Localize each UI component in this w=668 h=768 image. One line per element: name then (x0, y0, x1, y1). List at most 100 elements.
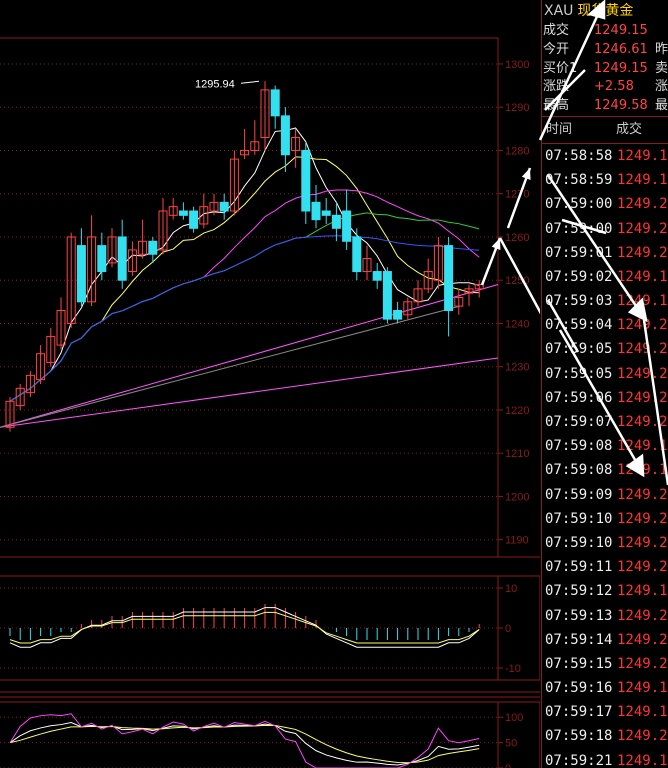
y-tick-label: 1300 (505, 59, 529, 71)
kdj-tick-label: 0 (505, 763, 511, 768)
tick-time: 07:59:00 (545, 220, 613, 237)
tick-row[interactable]: 07:58:591249.17 (542, 168, 668, 192)
tick-price: 1249.20 (617, 341, 668, 358)
quote-row: 成交 1249.15 (542, 22, 668, 41)
tick-row[interactable]: 07:59:131249.21 (542, 604, 668, 628)
y-tick-label: 1200 (505, 491, 529, 503)
tick-row[interactable]: 07:59:07 1249.2 (542, 410, 668, 434)
tick-time: 07:59:07 (545, 414, 613, 431)
quote-label: 涨跌 (543, 79, 570, 95)
quote-label: 成交 (543, 23, 570, 38)
tick-row[interactable]: 07:59:181249.22 (542, 724, 668, 748)
kdj-k-line (9, 721, 480, 766)
quote-label: 买价1 (543, 60, 578, 76)
candle-body (342, 210, 352, 242)
candle-body (352, 236, 362, 273)
tick-time: 07:59:18 (545, 728, 613, 745)
tick-price: 1249.20 (617, 534, 668, 551)
tick-price: 1249.22 (617, 486, 668, 503)
candle-body (117, 236, 127, 281)
candle-body (97, 245, 107, 273)
tick-time: 07:59:11 (545, 559, 613, 576)
tick-price: 1249.10 (617, 147, 668, 164)
candle-body (219, 201, 229, 212)
tick-row[interactable]: 07:59:051249.24 (542, 362, 668, 386)
tick-row[interactable]: 07:59:151249.24 (542, 652, 668, 676)
candle-body (148, 240, 158, 255)
tick-price: 1249.24 (617, 655, 668, 672)
candle-body (178, 210, 188, 216)
tick-time: 07:59:02 (545, 268, 613, 285)
tick-row[interactable]: 07:59:011249.20 (542, 241, 668, 265)
macd-tick-label: 0 (505, 623, 511, 635)
y-tick-label: 1260 (505, 232, 529, 244)
tick-row[interactable]: 07:59:101249.20 (542, 531, 668, 555)
tick-time: 07:59:01 (545, 244, 613, 261)
y-tick-label: 1230 (505, 362, 529, 374)
tick-row[interactable]: 07:59:171249.10 (542, 700, 668, 724)
quote-value: 1249.15 (594, 60, 648, 76)
tick-row[interactable]: 07:59:101249.25 (542, 507, 668, 531)
tick-row[interactable]: 07:58:581249.10 (542, 144, 668, 168)
tick-price: 1249.27 (617, 220, 668, 237)
y-tick-label: 1190 (505, 535, 529, 547)
tick-price: 1249.21 (617, 317, 668, 334)
y-tick-label: 1270 (505, 189, 529, 201)
tick-price: 1249.17 (617, 172, 668, 189)
tick-row[interactable]: 07:59:08 1249.1 (542, 458, 668, 482)
chart-area[interactable]: 1295.94 1300 1290 1280 1270 1260 1250 1240 1230… (0, 0, 540, 768)
tick-row[interactable]: 07:59:031249.15 (542, 289, 668, 313)
symbol-name: 现货黄金 (577, 3, 634, 19)
tick-price: 1249.2 (617, 414, 668, 431)
kline-chart-svg[interactable]: 1295.94 13001290128012701260125012401230… (0, 0, 540, 768)
quote-value: 1246.61 (594, 41, 648, 57)
quote-extra-label: 昨 (655, 41, 668, 57)
candle-body (321, 210, 331, 216)
tick-row[interactable]: 07:59:141249.23 (542, 628, 668, 652)
tick-row[interactable]: 07:59:001249.27 (542, 217, 668, 241)
quote-row: 最高 1249.58 最 (542, 97, 668, 116)
quote-row: 涨跌 +2.58 涨 (542, 78, 668, 97)
quote-row: 买价1 1249.15 卖 (542, 60, 668, 79)
tick-time: 07:59:00 (545, 196, 613, 213)
tick-price: 1249.21 (617, 607, 668, 624)
ticks-header: 时间 成交 (542, 115, 668, 144)
candle-body (393, 309, 403, 320)
tick-price: 1249.25 (617, 510, 668, 527)
tick-price: 1249.22 (617, 559, 668, 576)
trendline (0, 357, 499, 428)
tick-price: 1249.1 (617, 462, 668, 479)
peak-price-annotation: 1295.94 (195, 78, 235, 90)
trendline (0, 305, 461, 428)
candle-body (76, 245, 86, 303)
tick-row[interactable]: 07:59:111249.22 (542, 555, 668, 579)
tick-time: 07:59:05 (545, 341, 613, 358)
tick-list[interactable]: 07:58:581249.1007:58:591249.1707:59:0012… (542, 144, 668, 768)
quote-label: 最高 (543, 98, 570, 114)
candle-body (311, 201, 321, 221)
candle-body (301, 149, 311, 212)
tick-time: 07:59:10 (545, 510, 613, 527)
y-tick-label: 1220 (505, 405, 529, 417)
tick-time: 07:59:15 (545, 655, 613, 672)
tick-row[interactable]: 07:59:041249.21 (542, 313, 668, 337)
quote-extra-label: 最 (655, 98, 668, 114)
tick-row[interactable]: 07:59:051249.20 (542, 337, 668, 361)
tick-row[interactable]: 07:59:06 1249.2 (542, 386, 668, 410)
tick-row[interactable]: 07:59:091249.22 (542, 483, 668, 507)
tick-time: 07:58:59 (545, 172, 613, 189)
tick-price: 1249.17 (617, 583, 668, 600)
tick-row[interactable]: 07:59:08 1249.1 (542, 434, 668, 458)
tick-time: 07:59:03 (545, 293, 613, 310)
tick-row[interactable]: 07:59:21 1249.1 (542, 749, 668, 768)
candle-body (382, 271, 392, 320)
tick-row[interactable]: 07:59:161249.19 (542, 676, 668, 700)
annotation-arrow-head (521, 168, 531, 180)
tick-row[interactable]: 07:59:001249.29 (542, 192, 668, 216)
annotation-leader (240, 80, 260, 84)
tick-row[interactable]: 07:59:021249.17 (542, 265, 668, 289)
tick-price: 1249.2 (617, 389, 668, 406)
quote-label: 今开 (543, 41, 570, 57)
tick-time: 07:59:09 (545, 486, 613, 503)
tick-row[interactable]: 07:59:121249.17 (542, 579, 668, 603)
